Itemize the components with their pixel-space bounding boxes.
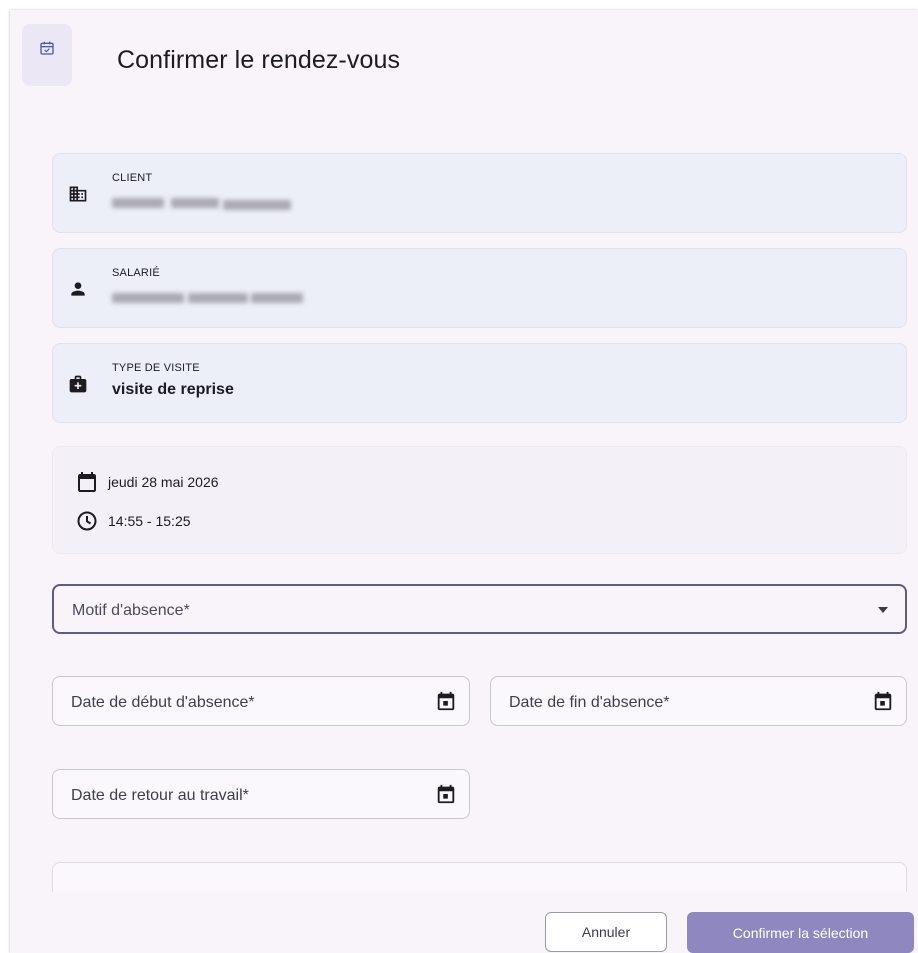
- building-icon: [69, 186, 87, 202]
- return-to-work-date-field[interactable]: Date de retour au travail*: [52, 769, 470, 819]
- clock-icon: [77, 511, 97, 531]
- visit-type-value: visite de reprise: [112, 381, 234, 398]
- appointment-time-row: 14:55 - 15:25: [75, 509, 191, 533]
- absence-end-placeholder: Date de fin d'absence*: [509, 694, 670, 711]
- absence-reason-placeholder: Motif d'absence*: [72, 602, 190, 619]
- employee-card: SALARIÉ: [52, 248, 907, 328]
- dialog-title: Confirmer le rendez-vous: [117, 46, 401, 74]
- confirm-appointment-dialog: Confirmer le rendez-vous CLIENT SALARIÉ …: [10, 10, 918, 953]
- calendar-icon[interactable]: [435, 690, 457, 712]
- visit-type-label: TYPE DE VISITE: [112, 362, 200, 374]
- header-icon-container: [22, 24, 72, 86]
- cancel-button[interactable]: Annuler: [545, 912, 667, 952]
- client-card: CLIENT: [52, 153, 907, 233]
- confirm-selection-button[interactable]: Confirmer la sélection: [687, 912, 914, 953]
- appointment-date: jeudi 28 mai 2026: [108, 474, 219, 490]
- calendar-icon[interactable]: [872, 690, 894, 712]
- calendar-icon: [78, 472, 96, 492]
- medical-bag-icon: [69, 375, 87, 393]
- appointment-date-row: jeudi 28 mai 2026: [75, 470, 219, 494]
- absence-start-placeholder: Date de début d'absence*: [71, 694, 255, 711]
- client-label: CLIENT: [112, 172, 153, 184]
- appointment-datetime-card: jeudi 28 mai 2026 14:55 - 15:25: [52, 446, 907, 554]
- return-to-work-placeholder: Date de retour au travail*: [71, 787, 249, 804]
- person-icon: [71, 282, 85, 296]
- dialog-footer: Annuler Confirmer la sélection: [10, 892, 918, 953]
- calendar-icon[interactable]: [435, 783, 457, 805]
- caret-down-icon[interactable]: [878, 607, 888, 613]
- appointment-time: 14:55 - 15:25: [108, 513, 191, 529]
- visit-type-card: TYPE DE VISITE visite de reprise: [52, 343, 907, 423]
- absence-start-date-field[interactable]: Date de début d'absence*: [52, 676, 470, 726]
- absence-end-date-field[interactable]: Date de fin d'absence*: [490, 676, 907, 726]
- calendar-check-icon: [40, 41, 54, 55]
- absence-reason-select[interactable]: Motif d'absence*: [52, 584, 907, 634]
- employee-label: SALARIÉ: [112, 267, 160, 279]
